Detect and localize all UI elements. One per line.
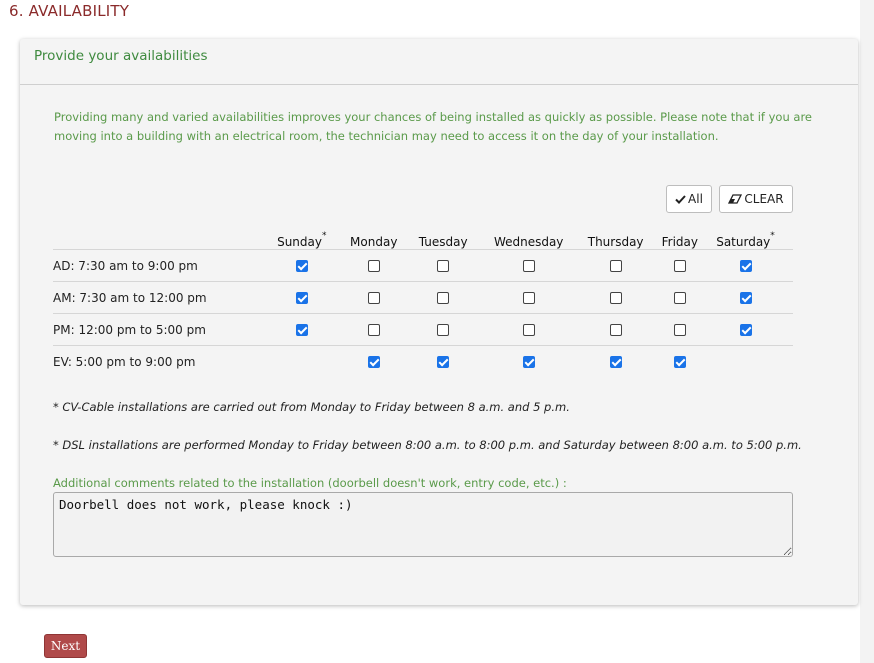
day-cell-monday bbox=[349, 346, 399, 378]
dsl-note: * DSL installations are performed Monday… bbox=[53, 438, 802, 452]
table-row: EV: 5:00 pm to 9:00 pm bbox=[53, 346, 793, 378]
availability-checkbox[interactable] bbox=[522, 260, 535, 272]
day-cell-saturday bbox=[698, 313, 793, 346]
availability-checkbox[interactable] bbox=[673, 260, 686, 272]
availability-checkbox[interactable] bbox=[437, 356, 450, 368]
day-cell-thursday bbox=[569, 281, 662, 314]
availability-checkbox[interactable] bbox=[437, 292, 450, 304]
card-divider bbox=[20, 84, 858, 85]
day-cell-thursday bbox=[569, 313, 662, 346]
availability-checkbox[interactable] bbox=[609, 260, 622, 272]
page-edge bbox=[860, 0, 874, 663]
day-cell-friday bbox=[661, 249, 698, 282]
table-row: AM: 7:30 am to 12:00 pm bbox=[53, 281, 793, 314]
availability-card: Provide your availabilities Providing ma… bbox=[20, 39, 858, 605]
day-cell-sunday bbox=[255, 346, 349, 378]
next-button[interactable]: Next bbox=[44, 634, 87, 658]
availability-checkbox[interactable] bbox=[437, 260, 450, 272]
card-header: Provide your availabilities bbox=[34, 48, 208, 64]
select-all-button[interactable]: All bbox=[666, 185, 712, 213]
day-cell-wednesday bbox=[488, 346, 570, 378]
eraser-icon bbox=[728, 194, 743, 204]
day-cell-friday bbox=[662, 346, 698, 378]
day-cell-saturday bbox=[698, 346, 793, 378]
availability-table: Sunday* Monday Tuesday Wednesday Thursda… bbox=[53, 228, 793, 377]
clear-label: CLEAR bbox=[744, 192, 784, 206]
day-header-monday: Monday bbox=[348, 228, 399, 250]
availability-checkbox[interactable] bbox=[739, 292, 752, 304]
availability-checkbox[interactable] bbox=[522, 324, 535, 336]
availability-checkbox[interactable] bbox=[437, 324, 450, 336]
availability-checkbox[interactable] bbox=[367, 356, 380, 368]
select-all-label: All bbox=[688, 192, 703, 206]
day-cell-tuesday bbox=[398, 281, 488, 314]
availability-checkbox[interactable] bbox=[673, 356, 686, 368]
day-cell-tuesday bbox=[398, 249, 488, 282]
day-cell-sunday bbox=[254, 281, 349, 314]
day-cell-monday bbox=[348, 313, 399, 346]
day-cell-sunday bbox=[254, 249, 349, 282]
availability-checkbox[interactable] bbox=[609, 292, 622, 304]
clear-button[interactable]: CLEAR bbox=[719, 185, 793, 213]
day-cell-thursday bbox=[569, 249, 662, 282]
day-header-sunday: Sunday* bbox=[254, 228, 349, 250]
comments-textarea[interactable] bbox=[53, 492, 793, 557]
slot-label: AD: 7:30 am to 9:00 pm bbox=[53, 249, 255, 282]
day-cell-sunday bbox=[254, 313, 349, 346]
slot-label: EV: 5:00 pm to 9:00 pm bbox=[53, 354, 196, 369]
availability-checkbox[interactable] bbox=[609, 356, 622, 368]
availability-checkbox[interactable] bbox=[673, 324, 686, 336]
day-cell-thursday bbox=[570, 346, 662, 378]
availability-checkbox[interactable] bbox=[739, 260, 752, 272]
check-icon bbox=[675, 194, 686, 204]
day-cell-monday bbox=[348, 249, 399, 282]
availability-checkbox[interactable] bbox=[295, 260, 308, 272]
day-header-row: Sunday* Monday Tuesday Wednesday Thursda… bbox=[53, 228, 793, 250]
day-header-wednesday: Wednesday bbox=[487, 228, 570, 250]
availability-checkbox[interactable] bbox=[367, 260, 380, 272]
day-header-friday: Friday bbox=[661, 228, 698, 250]
availability-checkbox[interactable] bbox=[367, 292, 380, 304]
day-cell-friday bbox=[661, 313, 698, 346]
day-cell-wednesday bbox=[487, 281, 570, 314]
availability-checkbox[interactable] bbox=[522, 356, 535, 368]
slot-label: PM: 12:00 pm to 5:00 pm bbox=[53, 313, 255, 346]
cable-note: * CV-Cable installations are carried out… bbox=[53, 400, 570, 414]
day-cell-tuesday bbox=[398, 313, 488, 346]
availability-checkbox[interactable] bbox=[295, 324, 308, 336]
availability-checkbox[interactable] bbox=[367, 324, 380, 336]
day-cell-monday bbox=[348, 281, 399, 314]
day-cell-saturday bbox=[698, 249, 793, 282]
day-cell-wednesday bbox=[487, 313, 570, 346]
day-cell-tuesday bbox=[399, 346, 488, 378]
intro-text: Providing many and varied availabilities… bbox=[54, 110, 813, 143]
comments-label: Additional comments related to the insta… bbox=[53, 476, 567, 490]
slot-header bbox=[53, 228, 255, 250]
day-cell-saturday bbox=[698, 281, 793, 314]
availability-checkbox[interactable] bbox=[739, 324, 752, 336]
day-cell-friday bbox=[661, 281, 698, 314]
day-header-saturday: Saturday* bbox=[698, 228, 793, 250]
table-row: PM: 12:00 pm to 5:00 pm bbox=[53, 313, 793, 346]
table-row: AD: 7:30 am to 9:00 pm bbox=[53, 249, 793, 282]
availability-checkbox[interactable] bbox=[609, 324, 622, 336]
slot-label: AM: 7:30 am to 12:00 pm bbox=[53, 281, 255, 314]
section-title: 6. AVAILABILITY bbox=[9, 2, 130, 20]
day-header-thursday: Thursday bbox=[569, 228, 662, 250]
availability-checkbox[interactable] bbox=[522, 292, 535, 304]
availability-checkbox[interactable] bbox=[295, 292, 308, 304]
day-header-tuesday: Tuesday bbox=[398, 228, 488, 250]
availability-checkbox[interactable] bbox=[673, 292, 686, 304]
day-cell-wednesday bbox=[487, 249, 570, 282]
